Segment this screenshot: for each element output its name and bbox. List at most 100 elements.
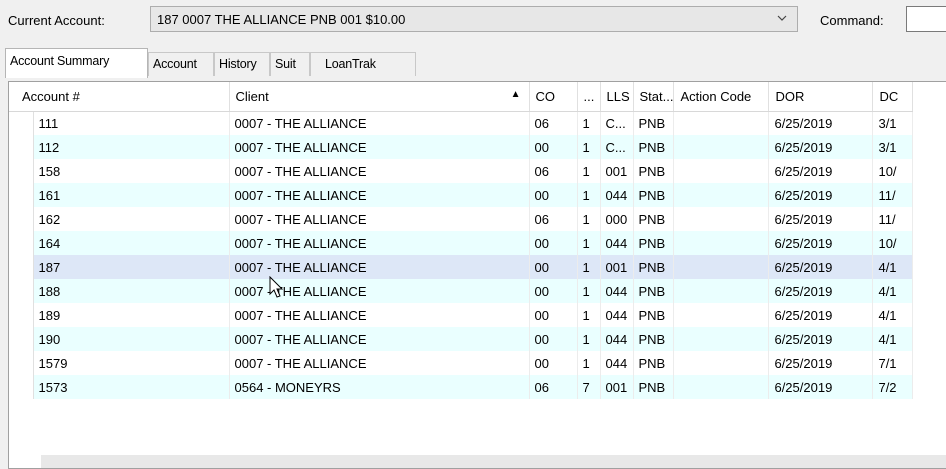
tab-suit[interactable]: Suit <box>270 52 310 76</box>
cell-status[interactable]: PNB <box>633 375 675 399</box>
col-header-dc[interactable]: DC <box>872 82 914 112</box>
row-header[interactable] <box>9 303 34 327</box>
cell-co[interactable]: 00 <box>529 303 578 327</box>
cell-lls[interactable]: 044 <box>600 351 634 375</box>
cell-lls[interactable]: 044 <box>600 279 634 303</box>
cell-lls[interactable]: 044 <box>600 303 634 327</box>
table-row[interactable]: 190 0007 - THE ALLIANCE 00 1 044 PNB 6/25/2019… <box>9 327 914 351</box>
row-header[interactable] <box>9 159 34 183</box>
cell-dor[interactable]: 6/25/2019 <box>768 159 874 183</box>
cell-dc[interactable]: 10/ <box>872 159 914 183</box>
cell-dc[interactable]: 7/2 <box>872 375 914 399</box>
cell-status[interactable]: PNB <box>633 255 675 279</box>
cell-account[interactable]: 111 <box>33 111 230 135</box>
cell-co[interactable]: 00 <box>529 255 578 279</box>
cell-status[interactable]: PNB <box>633 279 675 303</box>
row-header[interactable] <box>9 351 34 375</box>
col-header-action-code[interactable]: Action Code <box>673 82 770 112</box>
cell-account[interactable]: 187 <box>33 255 230 279</box>
cell-co[interactable]: 00 <box>529 231 578 255</box>
cell-co[interactable]: 00 <box>529 351 578 375</box>
row-header[interactable] <box>9 255 34 279</box>
cell-ellipsis[interactable]: 7 <box>577 375 601 399</box>
table-row[interactable]: 161 0007 - THE ALLIANCE 00 1 044 PNB 6/25/2019… <box>9 183 914 207</box>
tab-loantrak[interactable]: LoanTrak <box>310 52 416 76</box>
cell-ellipsis[interactable]: 1 <box>577 303 601 327</box>
cell-client[interactable]: 0007 - THE ALLIANCE <box>229 135 530 159</box>
cell-co[interactable]: 06 <box>529 207 578 231</box>
col-header-lls[interactable]: LLS <box>600 82 634 112</box>
cell-action-code[interactable] <box>673 375 770 399</box>
col-header-ellipsis[interactable]: ... <box>577 82 601 112</box>
cell-lls[interactable]: 001 <box>600 255 634 279</box>
cell-account[interactable]: 164 <box>33 231 230 255</box>
col-header-dor[interactable]: DOR <box>768 82 874 112</box>
table-row[interactable]: 1573 0564 - MONEYRS 06 7 001 PNB 6/25/2019 7/2 <box>9 375 914 399</box>
cell-lls[interactable]: 044 <box>600 183 634 207</box>
row-header[interactable] <box>9 135 34 159</box>
cell-status[interactable]: PNB <box>633 351 675 375</box>
cell-account[interactable]: 190 <box>33 327 230 351</box>
cell-ellipsis[interactable]: 1 <box>577 111 601 135</box>
cell-action-code[interactable] <box>673 327 770 351</box>
cell-action-code[interactable] <box>673 303 770 327</box>
cell-action-code[interactable] <box>673 159 770 183</box>
cell-lls[interactable]: 044 <box>600 327 634 351</box>
table-row[interactable]: 189 0007 - THE ALLIANCE 00 1 044 PNB 6/25/2019… <box>9 303 914 327</box>
cell-dor[interactable]: 6/25/2019 <box>768 111 874 135</box>
cell-ellipsis[interactable]: 1 <box>577 183 601 207</box>
table-row[interactable]: 158 0007 - THE ALLIANCE 06 1 001 PNB 6/25/2019… <box>9 159 914 183</box>
cell-status[interactable]: PNB <box>633 303 675 327</box>
cell-lls[interactable]: 001 <box>600 375 634 399</box>
cell-account[interactable]: 161 <box>33 183 230 207</box>
cell-co[interactable]: 06 <box>529 111 578 135</box>
cell-dc[interactable]: 3/1 <box>872 111 914 135</box>
cell-dc[interactable]: 4/1 <box>872 303 914 327</box>
cell-co[interactable]: 06 <box>529 375 578 399</box>
cell-dor[interactable]: 6/25/2019 <box>768 231 874 255</box>
cell-dor[interactable]: 6/25/2019 <box>768 279 874 303</box>
table-row[interactable]: 187 0007 - THE ALLIANCE 00 1 001 PNB 6/25/2019… <box>9 255 914 279</box>
cell-dor[interactable]: 6/25/2019 <box>768 375 874 399</box>
cell-dor[interactable]: 6/25/2019 <box>768 327 874 351</box>
cell-status[interactable]: PNB <box>633 111 675 135</box>
cell-dor[interactable]: 6/25/2019 <box>768 303 874 327</box>
table-row[interactable]: 162 0007 - THE ALLIANCE 06 1 000 PNB 6/25/2019… <box>9 207 914 231</box>
cell-action-code[interactable] <box>673 135 770 159</box>
cell-lls[interactable]: C... <box>600 135 634 159</box>
cell-lls[interactable]: 000 <box>600 207 634 231</box>
row-header[interactable] <box>9 231 34 255</box>
cell-action-code[interactable] <box>673 351 770 375</box>
cell-lls[interactable]: C... <box>600 111 634 135</box>
cell-lls[interactable]: 001 <box>600 159 634 183</box>
col-header-account[interactable]: Account # <box>9 82 230 112</box>
cell-account[interactable]: 162 <box>33 207 230 231</box>
cell-dc[interactable]: 4/1 <box>872 279 914 303</box>
cell-account[interactable]: 112 <box>33 135 230 159</box>
cell-dor[interactable]: 6/25/2019 <box>768 135 874 159</box>
cell-client[interactable]: 0007 - THE ALLIANCE <box>229 303 530 327</box>
table-row[interactable]: 112 0007 - THE ALLIANCE 00 1 C... PNB 6/25/201… <box>9 135 914 159</box>
cell-dor[interactable]: 6/25/2019 <box>768 207 874 231</box>
cell-dc[interactable]: 4/1 <box>872 327 914 351</box>
tab-account[interactable]: Account <box>148 52 214 76</box>
table-row[interactable]: 188 0007 - THE ALLIANCE 00 1 044 PNB 6/25/2019… <box>9 279 914 303</box>
cell-client[interactable]: 0007 - THE ALLIANCE <box>229 207 530 231</box>
cell-ellipsis[interactable]: 1 <box>577 255 601 279</box>
cell-status[interactable]: PNB <box>633 159 675 183</box>
col-header-client[interactable]: Client ▲ <box>229 82 530 112</box>
cell-dc[interactable]: 4/1 <box>872 255 914 279</box>
cell-ellipsis[interactable]: 1 <box>577 279 601 303</box>
current-account-dropdown[interactable]: 187 0007 THE ALLIANCE PNB 001 $10.00 <box>150 6 798 32</box>
cell-client[interactable]: 0007 - THE ALLIANCE <box>229 327 530 351</box>
cell-action-code[interactable] <box>673 255 770 279</box>
cell-co[interactable]: 00 <box>529 135 578 159</box>
cell-status[interactable]: PNB <box>633 327 675 351</box>
cell-dc[interactable]: 3/1 <box>872 135 914 159</box>
cell-dc[interactable]: 11/ <box>872 207 914 231</box>
account-grid[interactable]: Account # Client ▲ CO ... LLS Stat... Act… <box>8 81 946 469</box>
cell-ellipsis[interactable]: 1 <box>577 135 601 159</box>
cell-dor[interactable]: 6/25/2019 <box>768 255 874 279</box>
cell-account[interactable]: 1579 <box>33 351 230 375</box>
col-header-co[interactable]: CO <box>529 82 578 112</box>
